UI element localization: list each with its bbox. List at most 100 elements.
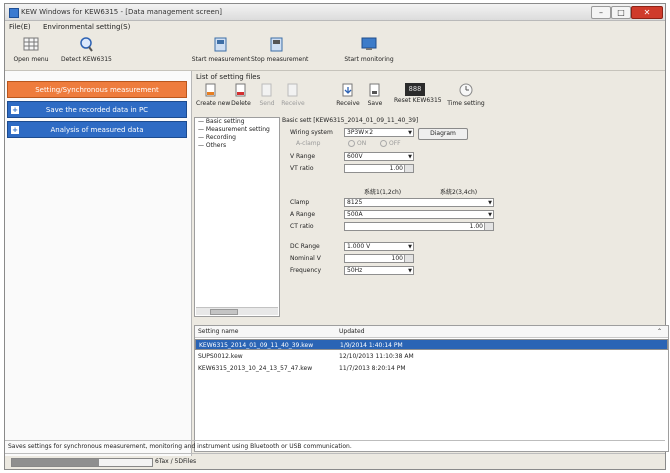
open-menu-button[interactable]: Open menu [11,36,51,63]
spin-icon[interactable] [404,255,413,262]
nav-save-recorded-data[interactable]: + Save the recorded data in PC [7,101,187,118]
basic-setting-header: Basic sett [KEW6315_2014_01_09_11_40_39] [282,117,419,124]
create-new-button[interactable]: Create new [196,83,230,107]
time-setting-button[interactable]: Time setting [446,83,486,107]
stop-measurement-button[interactable]: Stop measurement [251,36,308,63]
main-panel: List of setting files Create new Delete … [194,71,669,456]
dc-range-select[interactable]: 1.000 V ▼ [344,242,414,251]
time-setting-label: Time setting [447,100,485,107]
clock-icon [459,83,473,97]
nav-setting-synchronous[interactable]: Setting/Synchronous measurement [7,81,187,98]
detect-device-label: Detect KEW6315 [61,56,112,63]
column-updated[interactable]: Updated [339,328,365,335]
save-icon [369,83,380,97]
maximize-button[interactable]: □ [611,6,631,19]
nominal-v-input[interactable]: 100 [344,254,414,263]
start-measurement-label: Start measurement [191,56,251,63]
dropdown-arrow-icon: ▼ [488,212,492,218]
column-setting-name[interactable]: Setting name [198,328,238,335]
tree-label: Recording [205,134,236,141]
menu-file[interactable]: File(E) [9,23,31,31]
settings-tree: — Basic setting — Measurement setting — … [194,117,280,317]
send-label: Send [259,100,275,107]
title-bar: KEW Windows for KEW6315 - [Data manageme… [5,4,665,21]
open-menu-label: Open menu [13,56,49,63]
magnifier-icon [80,37,93,52]
bottom-bar: 6Tax / 5DFiles [5,453,665,470]
channel-header-1: 系統1(1,2ch) [364,189,402,196]
section-title: List of setting files [196,73,261,81]
frequency-label: Frequency [290,267,321,274]
tree-item-recording[interactable]: — Recording [195,134,279,142]
minimize-button[interactable]: – [591,6,611,19]
spin-icon[interactable] [484,223,493,230]
nav-save-label: Save the recorded data in PC [45,106,149,114]
start-measurement-button[interactable]: Start measurement [191,36,251,63]
dc-range-value: 1.000 V [347,243,371,250]
channel-header-2: 系統2(3,4ch) [440,189,478,196]
reset-display-icon: 888 [405,83,425,96]
file-name: SUPS0012.kew [198,353,243,360]
file-updated: 1/9/2014 1:40:14 PM [340,342,403,349]
send-icon [261,83,272,97]
v-range-select[interactable]: 600V ▼ [344,152,414,161]
tree-item-others[interactable]: — Others [195,142,279,150]
tree-item-basic-setting[interactable]: — Basic setting [195,118,279,126]
reset-device-button[interactable]: 888 Reset KEW6315 [394,83,442,104]
dc-range-label: DC Range [290,243,320,250]
v-range-value: 600V [347,153,363,160]
save-label: Save [367,100,383,107]
clamp-label: Clamp [290,199,310,206]
start-measurement-icon [214,37,227,52]
ct-ratio-input[interactable]: 1.00 [344,222,494,231]
dropdown-arrow-icon: ▼ [488,200,492,206]
a-range-select[interactable]: 500A ▼ [344,210,494,219]
file-row[interactable]: KEW6315_2014_01_09_11_40_39.kew 1/9/2014… [195,339,668,350]
reset-device-label: Reset KEW6315 [394,97,442,104]
file-list-header: Setting name Updated ⌃ [195,326,668,338]
send-button[interactable]: Send [256,83,278,107]
frequency-value: 50Hz [347,267,363,274]
clamp-select[interactable]: 8125 ▼ [344,198,494,207]
frequency-select[interactable]: 50Hz ▼ [344,266,414,275]
stop-measurement-icon [270,37,283,52]
file-row[interactable]: KEW6315_2013_10_24_13_57_47.kew 11/7/201… [195,363,668,374]
receive-icon [342,83,353,97]
tree-label: Others [205,142,227,149]
expand-icon: + [11,126,19,134]
nominal-v-value: 100 [391,255,403,262]
sort-icon[interactable]: ⌃ [657,328,662,335]
file-count-text: 6Tax / 5DFiles [155,458,197,465]
nav-analysis[interactable]: + Analysis of measured data [7,121,187,138]
wiring-system-select[interactable]: 3P3W×2 ▼ [344,128,414,137]
receive-disabled-label: Receive [281,100,305,107]
setting-file-list: Setting name Updated ⌃ KEW6315_2014_01_0… [194,325,669,452]
receive-button[interactable]: Receive [334,83,362,107]
wiring-system-value: 3P3W×2 [347,129,374,136]
progress-bar [11,458,153,467]
spin-icon[interactable] [404,165,413,172]
dropdown-arrow-icon: ▼ [408,268,412,274]
progress-fill [12,459,99,466]
menu-environmental-setting[interactable]: Environmental setting(S) [43,23,130,31]
tree-label: Measurement setting [205,126,270,133]
vt-ratio-input[interactable]: 1.00 [344,164,414,173]
diagram-button[interactable]: Diagram [418,128,468,140]
delete-button[interactable]: Delete [228,83,254,107]
main-toolbar: Open menu Detect KEW6315 Start measureme… [5,34,665,71]
basic-setting-form: Basic sett [KEW6315_2014_01_09_11_40_39]… [282,117,512,317]
a-clamp-on-radio[interactable]: ON [348,140,366,147]
start-monitoring-button[interactable]: Start monitoring [343,36,395,63]
a-clamp-off-radio[interactable]: OFF [380,140,401,147]
scroll-thumb[interactable] [210,309,238,315]
clamp-value: 8125 [347,199,363,206]
tree-horizontal-scrollbar[interactable] [196,307,278,315]
save-button[interactable]: Save [364,83,386,107]
receive-disabled-button[interactable]: Receive [280,83,306,107]
status-bar: Saves settings for synchronous measureme… [5,440,665,452]
tree-item-measurement-setting[interactable]: — Measurement setting [195,126,279,134]
close-button[interactable]: ✕ [631,6,663,19]
dropdown-arrow-icon: ▼ [408,130,412,136]
file-row[interactable]: SUPS0012.kew 12/10/2013 11:10:38 AM [195,351,668,362]
detect-device-button[interactable]: Detect KEW6315 [61,36,112,63]
